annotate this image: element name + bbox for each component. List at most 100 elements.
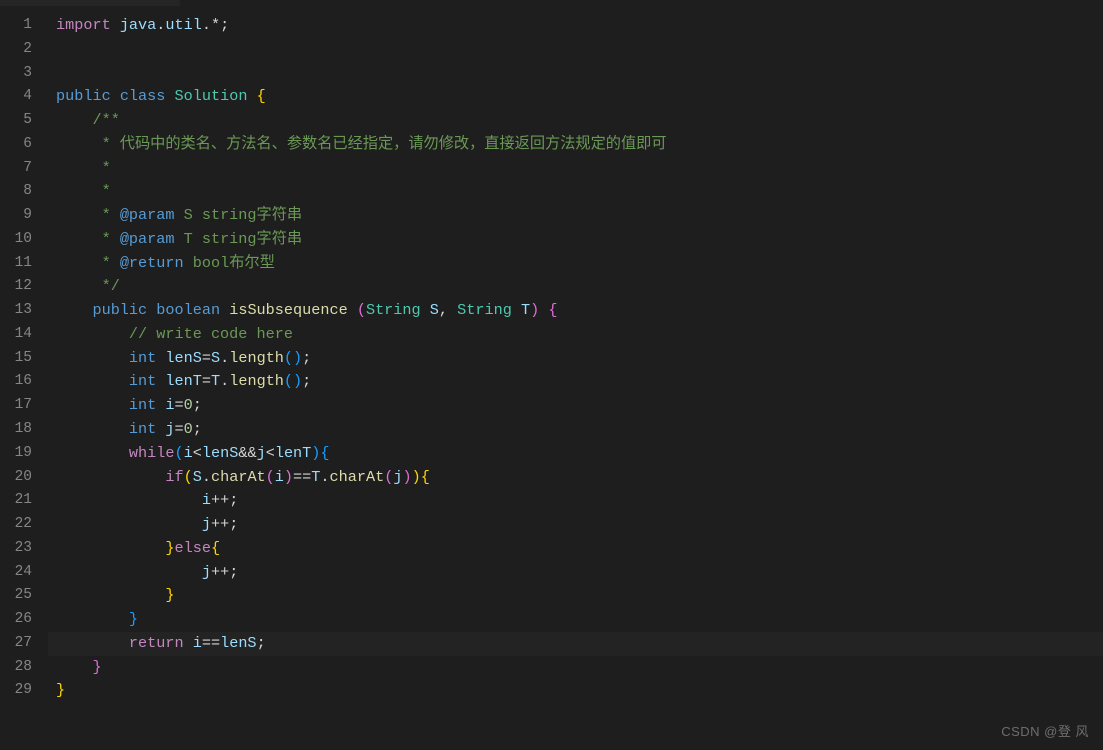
code-token: ) [284,468,293,486]
code-token: lenT [275,444,311,462]
code-line[interactable]: * @param T string字符串 [48,228,1103,252]
code-token: i [165,396,174,414]
code-line[interactable]: * @return bool布尔型 [48,252,1103,276]
code-token: charAt [211,468,266,486]
code-line[interactable]: } [48,679,1103,703]
line-number: 16 [0,370,48,394]
code-line[interactable]: while(i<lenS&&j<lenT){ [48,442,1103,466]
code-token: = [202,372,211,390]
code-token: S string字符串 [175,206,303,224]
code-token: T [521,301,530,319]
code-token: . [220,372,229,390]
code-line[interactable]: int i=0; [48,394,1103,418]
line-number: 7 [0,157,48,181]
line-number: 3 [0,62,48,86]
code-line[interactable]: } [48,584,1103,608]
code-token: i [202,491,211,509]
code-line[interactable] [48,38,1103,62]
code-line[interactable] [48,62,1103,86]
code-token: int [129,420,156,438]
code-line[interactable]: /** [48,109,1103,133]
code-area[interactable]: import java.util.*; public class Solution… [48,0,1103,750]
code-token: ( [284,372,293,390]
code-token [539,301,548,319]
line-number: 27 [0,632,48,656]
code-line[interactable]: * [48,180,1103,204]
code-token: lenS [220,634,256,652]
code-line[interactable]: }else{ [48,537,1103,561]
code-line[interactable]: int lenT=T.length(); [48,370,1103,394]
code-token: util [165,16,201,34]
code-token: S [193,468,202,486]
line-number: 10 [0,228,48,252]
code-token: charAt [330,468,385,486]
code-token: isSubsequence [229,301,347,319]
code-token: int [129,349,156,367]
code-token: java [120,16,156,34]
code-line[interactable]: j++; [48,561,1103,585]
line-number: 6 [0,133,48,157]
code-line[interactable]: * [48,157,1103,181]
code-line[interactable]: // write code here [48,323,1103,347]
code-token: 0 [184,396,193,414]
code-editor[interactable]: 1234567891011121314151617181920212223242… [0,0,1103,750]
code-token: String [457,301,512,319]
code-token: length [229,349,284,367]
code-token: lenS [165,349,201,367]
line-number: 29 [0,679,48,703]
code-token: { [548,301,557,319]
code-token: i [275,468,284,486]
code-line[interactable]: if(S.charAt(i)==T.charAt(j)){ [48,466,1103,490]
code-line[interactable]: int lenS=S.length(); [48,347,1103,371]
code-line[interactable]: * 代码中的类名、方法名、参数名已经指定，请勿修改，直接返回方法规定的值即可 [48,133,1103,157]
code-line[interactable]: * @param S string字符串 [48,204,1103,228]
line-number: 8 [0,180,48,204]
code-line[interactable]: return i==lenS; [48,632,1103,656]
code-token: int [129,372,156,390]
code-token: = [175,396,184,414]
code-token [247,87,256,105]
code-token: = [175,420,184,438]
code-line[interactable]: import java.util.*; [48,14,1103,38]
code-token: { [421,468,430,486]
code-token: ( [184,468,193,486]
code-line[interactable]: } [48,656,1103,680]
code-token: ) [293,349,302,367]
code-token: * [92,254,119,272]
code-line[interactable]: int j=0; [48,418,1103,442]
code-token: int [129,396,156,414]
code-line[interactable]: j++; [48,513,1103,537]
code-token: 0 [184,420,193,438]
code-token: Solution [175,87,248,105]
code-token [512,301,521,319]
code-token: * [92,230,119,248]
code-token: * [92,206,119,224]
code-token: i [193,634,202,652]
code-token [147,301,156,319]
line-number: 11 [0,252,48,276]
line-number: 12 [0,275,48,299]
code-token: ) [402,468,411,486]
code-token: lenS [202,444,238,462]
code-token: T [211,372,220,390]
line-number: 23 [0,537,48,561]
code-token: == [293,468,311,486]
code-line[interactable]: */ [48,275,1103,299]
code-token: j [165,420,174,438]
code-token: boolean [156,301,220,319]
code-token: length [229,372,284,390]
code-line[interactable]: public boolean isSubsequence (String S, … [48,299,1103,323]
code-token: < [266,444,275,462]
code-token: .*; [202,16,229,34]
code-token: == [202,634,220,652]
code-token: ( [284,349,293,367]
code-line[interactable]: public class Solution { [48,85,1103,109]
code-token: */ [92,277,119,295]
code-token: ) [530,301,539,319]
code-line[interactable]: i++; [48,489,1103,513]
code-token [348,301,357,319]
code-token: { [320,444,329,462]
code-token: ( [175,444,184,462]
code-token: { [257,87,266,105]
code-line[interactable]: } [48,608,1103,632]
